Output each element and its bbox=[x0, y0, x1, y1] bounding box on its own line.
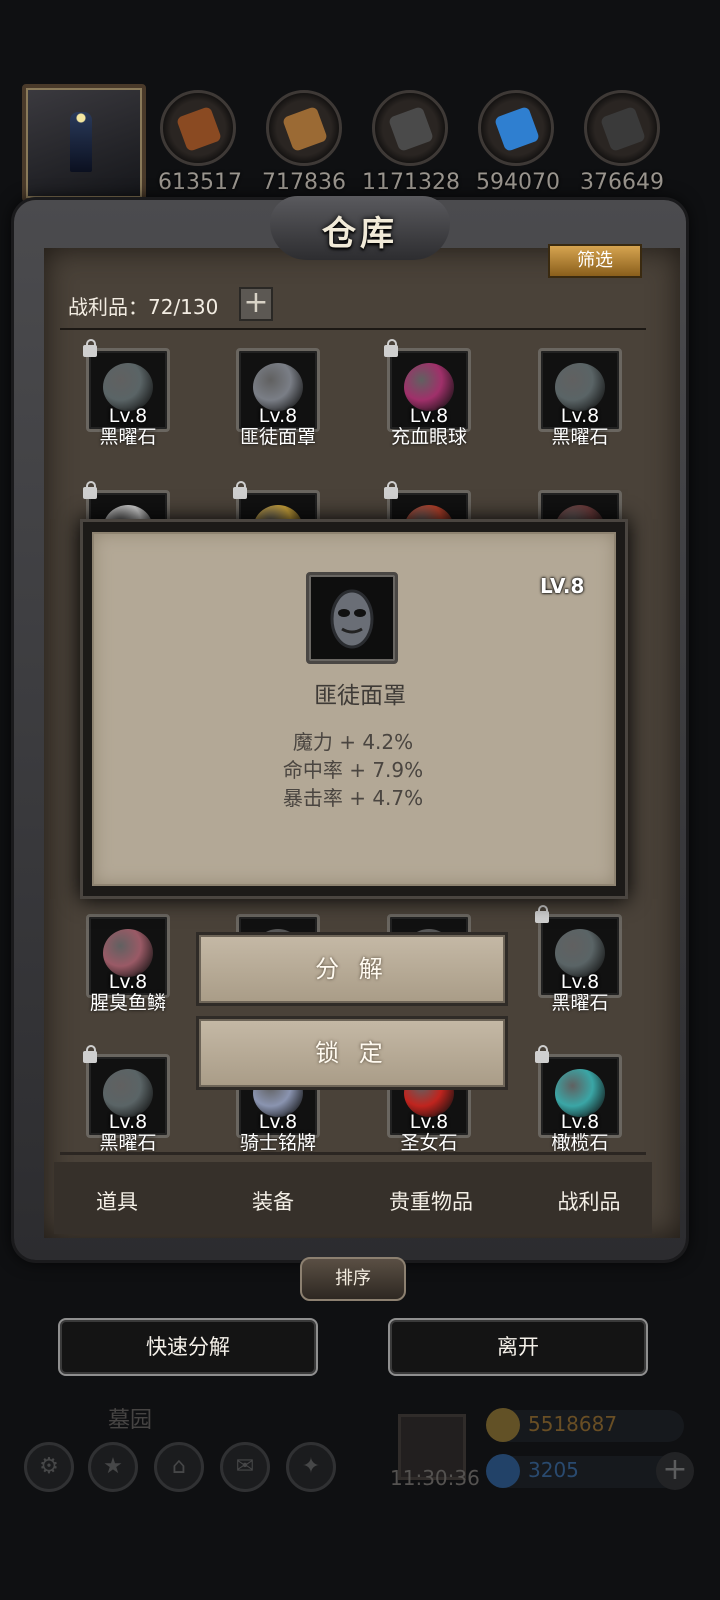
detail-item-name: 匪徒面罩 bbox=[314, 683, 406, 709]
portrait-figure bbox=[70, 112, 92, 172]
detail-stat: 暴击率 + 4.7% bbox=[282, 786, 424, 810]
lock-icon bbox=[83, 339, 97, 357]
gold-icon bbox=[486, 1408, 520, 1442]
tab-valuables[interactable]: 贵重物品 bbox=[356, 1186, 506, 1216]
resource-count: 376649 bbox=[580, 170, 664, 195]
gem-icon bbox=[486, 1454, 520, 1488]
item-name: 黑曜石 bbox=[99, 1132, 157, 1154]
mask-icon bbox=[253, 363, 303, 411]
location-label: 墓园 bbox=[108, 1408, 153, 1433]
lock-button[interactable]: 锁 定 bbox=[196, 1016, 508, 1090]
clock: 11:30:36 bbox=[390, 1466, 480, 1490]
leave-button[interactable]: 离开 bbox=[388, 1318, 648, 1376]
iron-shape bbox=[387, 105, 435, 153]
item-name: 黑曜石 bbox=[551, 992, 609, 1014]
resource-crystal-icon bbox=[478, 90, 554, 166]
tab-equipment[interactable]: 装备 bbox=[198, 1186, 348, 1216]
lock-icon bbox=[83, 1045, 97, 1063]
item-slot[interactable]: Lv.8 bbox=[384, 339, 471, 432]
obsidian-icon bbox=[555, 929, 605, 977]
detail-item-slot bbox=[306, 572, 398, 664]
ore-shape bbox=[599, 105, 647, 153]
gold-value: 5518687 bbox=[528, 1412, 618, 1436]
wood-shape bbox=[281, 105, 329, 153]
item-slot[interactable]: Lv.8 bbox=[83, 1045, 170, 1138]
resource-count: 717836 bbox=[262, 170, 346, 195]
crystal-shape bbox=[493, 105, 541, 153]
mask-icon bbox=[330, 589, 374, 649]
item-slot[interactable]: Lv.8 bbox=[538, 348, 622, 432]
star-icon[interactable]: ★ bbox=[88, 1442, 138, 1492]
item-name: 匪徒面罩 bbox=[239, 426, 316, 448]
resource-iron-icon bbox=[372, 90, 448, 166]
lock-icon bbox=[83, 481, 97, 499]
item-slot[interactable]: Lv.8 bbox=[86, 914, 170, 998]
detail-level: LV.8 bbox=[540, 574, 585, 598]
resource-count: 613517 bbox=[158, 170, 242, 195]
mail-icon[interactable]: ✉ bbox=[220, 1442, 270, 1492]
resource-count: 1171328 bbox=[362, 170, 460, 195]
expand-capacity-button[interactable]: + bbox=[239, 287, 273, 321]
item-name: 骑士铭牌 bbox=[239, 1132, 316, 1154]
item-name: 圣女石 bbox=[400, 1132, 458, 1154]
tabs-divider bbox=[60, 1152, 646, 1155]
resource-wood-icon bbox=[266, 90, 342, 166]
obsidian-icon bbox=[103, 1069, 153, 1117]
quick-decompose-button[interactable]: 快速分解 bbox=[58, 1318, 318, 1376]
capacity-label: 战利品：72/130 bbox=[68, 295, 219, 319]
eyeball-icon bbox=[404, 363, 454, 411]
divider bbox=[60, 328, 646, 330]
item-name: 腥臭鱼鳞 bbox=[89, 992, 166, 1014]
player-portrait[interactable] bbox=[22, 84, 146, 202]
add-currency-button[interactable]: + bbox=[656, 1452, 694, 1490]
detail-stat: 魔力 + 4.2% bbox=[292, 730, 414, 754]
item-name: 黑曜石 bbox=[99, 426, 157, 448]
leather-shape bbox=[175, 105, 223, 153]
tab-items[interactable]: 道具 bbox=[42, 1186, 192, 1216]
detail-stat: 命中率 + 7.9% bbox=[282, 758, 424, 782]
decompose-button[interactable]: 分 解 bbox=[196, 932, 508, 1006]
lock-icon bbox=[384, 339, 398, 357]
resource-ore-icon bbox=[584, 90, 660, 166]
item-slot[interactable]: Lv.8 bbox=[535, 905, 622, 998]
item-slot[interactable]: Lv.8 bbox=[236, 348, 320, 432]
filter-button[interactable]: 筛选 bbox=[548, 244, 642, 278]
item-slot[interactable]: Lv.8 bbox=[83, 339, 170, 432]
gear-icon[interactable]: ✦ bbox=[286, 1442, 336, 1492]
gem-value: 3205 bbox=[528, 1458, 579, 1482]
lock-icon bbox=[384, 481, 398, 499]
resource-leather-icon bbox=[160, 90, 236, 166]
obsidian-icon bbox=[555, 363, 605, 411]
item-name: 黑曜石 bbox=[551, 426, 609, 448]
obsidian-icon bbox=[103, 363, 153, 411]
sort-button[interactable]: 排序 bbox=[300, 1257, 406, 1301]
resource-count: 594070 bbox=[476, 170, 560, 195]
item-name: 橄榄石 bbox=[551, 1132, 609, 1154]
settings-icon[interactable]: ⚙ bbox=[24, 1442, 74, 1492]
gate-icon[interactable]: ⌂ bbox=[154, 1442, 204, 1492]
item-slot[interactable]: Lv.8 bbox=[535, 1045, 622, 1138]
item-name: 充血眼球 bbox=[390, 426, 467, 448]
scale-icon bbox=[103, 929, 153, 977]
olivine-icon bbox=[555, 1069, 605, 1117]
lock-icon bbox=[535, 905, 549, 923]
lock-icon bbox=[233, 481, 247, 499]
tab-loot[interactable]: 战利品 bbox=[514, 1186, 664, 1216]
lock-icon bbox=[535, 1045, 549, 1063]
